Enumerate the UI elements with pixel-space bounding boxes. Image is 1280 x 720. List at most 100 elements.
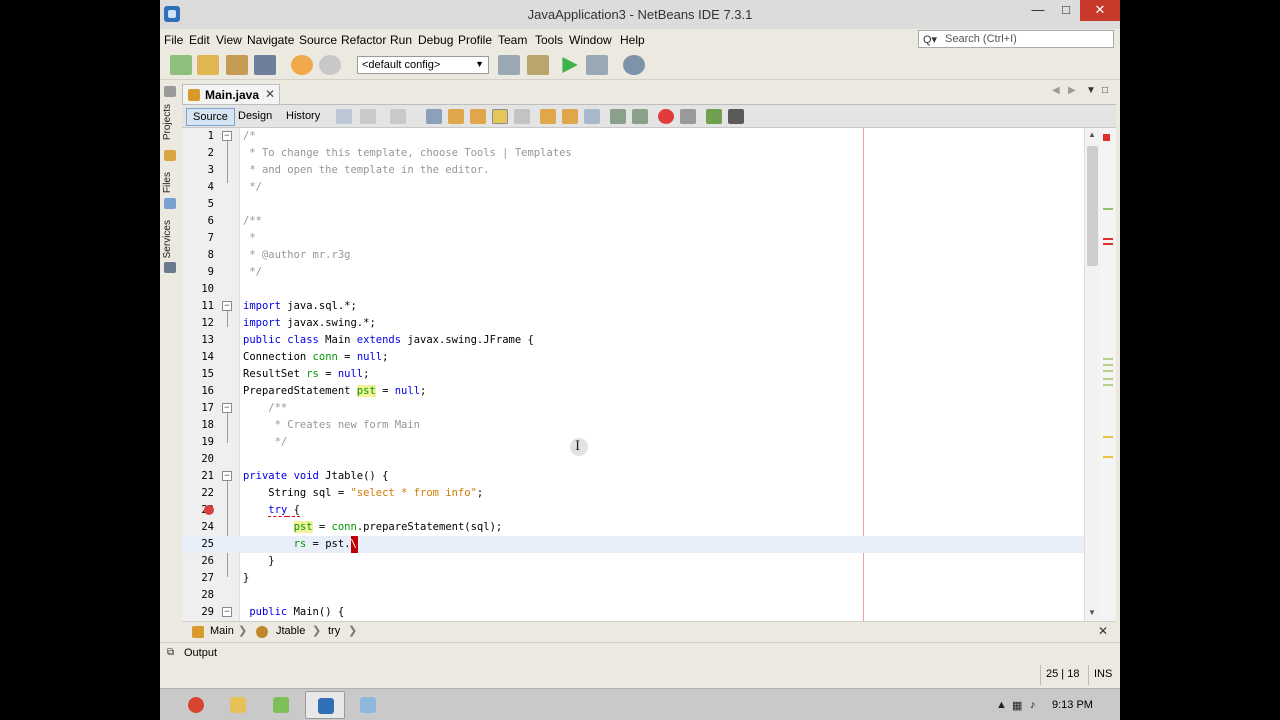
minimize-button[interactable]: — [1024,0,1052,21]
menu-edit[interactable]: Edit [189,33,210,47]
clock[interactable]: 9:13 PM [1052,699,1093,711]
menu-tools[interactable]: Tools [535,33,563,47]
clean-build-icon[interactable] [527,55,549,75]
forward-icon[interactable] [390,109,406,124]
toggle-rect-select-icon[interactable] [514,109,530,124]
taskbar-explorer[interactable] [218,691,258,719]
stripe-mark[interactable] [1103,378,1113,380]
tab-list-icon[interactable]: ▼ [1086,85,1096,96]
run-icon[interactable] [562,57,578,73]
error-icon[interactable] [204,505,214,515]
stop-macro-icon[interactable] [680,109,696,124]
vertical-scrollbar[interactable]: ▲ ▼ [1084,128,1100,621]
menu-profile[interactable]: Profile [458,33,492,47]
debug-icon[interactable] [586,55,608,75]
maximize-editor-icon[interactable]: □ [1102,85,1108,96]
window-title: JavaApplication3 - NetBeans IDE 7.3.1 [527,7,753,22]
tab-close-icon[interactable]: ✕ [265,87,275,101]
breadcrumb-main[interactable]: Main [210,625,234,637]
stripe-mark[interactable] [1103,370,1113,372]
redo-icon[interactable] [319,55,341,75]
shift-right-icon[interactable] [632,109,648,124]
stripe-mark[interactable] [1103,238,1113,240]
new-project-icon[interactable] [197,55,219,75]
last-edit-icon[interactable] [336,109,352,124]
fold-collapse-icon[interactable]: − [222,131,232,141]
find-icon[interactable] [426,109,442,124]
stripe-mark[interactable] [1103,243,1113,245]
toggle-highlight-icon[interactable] [492,109,508,124]
stripe-mark[interactable] [1103,358,1113,360]
prev-bookmark-icon[interactable] [540,109,556,124]
output-tab[interactable]: Output [184,647,217,659]
tray-up-icon[interactable]: ▲ [996,699,1007,711]
record-macro-icon[interactable] [658,109,674,124]
tab-scroll-right-icon[interactable]: ▶ [1068,85,1076,96]
menu-file[interactable]: File [164,33,183,47]
network-icon[interactable]: ▦ [1012,699,1022,712]
breadcrumb-try[interactable]: try [328,625,340,637]
close-button[interactable]: ✕ [1080,0,1120,21]
scroll-down-icon[interactable]: ▼ [1088,608,1096,617]
code-editor[interactable]: 1 − /* 2 * To change this template, choo… [182,128,1100,621]
menu-refactor[interactable]: Refactor [341,33,386,47]
undo-icon[interactable] [291,55,313,75]
menu-source[interactable]: Source [299,33,337,47]
save-all-icon[interactable] [254,55,276,75]
stripe-mark[interactable] [1103,364,1113,366]
toggle-bookmark-icon[interactable] [584,109,600,124]
volume-icon[interactable]: ♪ [1030,699,1036,711]
scroll-up-icon[interactable]: ▲ [1088,130,1096,139]
find-next-icon[interactable] [470,109,486,124]
stripe-mark[interactable] [1103,456,1113,458]
view-source[interactable]: Source [186,108,235,126]
menu-debug[interactable]: Debug [418,33,453,47]
breadcrumb-close-icon[interactable]: ✕ [1098,624,1108,638]
menu-run[interactable]: Run [390,33,412,47]
config-select[interactable]: <default config> ▼ [357,56,489,74]
error-stripe[interactable] [1100,128,1116,621]
menu-team[interactable]: Team [498,33,527,47]
profile-icon[interactable] [623,55,645,75]
menu-window[interactable]: Window [569,33,612,47]
search-input[interactable]: Q▾ Search (Ctrl+I) [918,30,1114,48]
taskbar-chrome[interactable] [176,691,216,719]
view-design[interactable]: Design [232,108,278,126]
sidebar-files[interactable]: Files [162,172,173,193]
search-icon[interactable]: Q▾ [923,33,937,46]
taskbar-notepad[interactable] [348,691,388,719]
view-history[interactable]: History [280,108,326,126]
shift-left-icon[interactable] [610,109,626,124]
stripe-mark[interactable] [1103,384,1113,386]
maximize-button[interactable]: □ [1052,0,1080,21]
find-previous-icon[interactable] [448,109,464,124]
menu-view[interactable]: View [216,33,242,47]
stripe-mark[interactable] [1103,208,1113,210]
menu-navigate[interactable]: Navigate [247,33,294,47]
error-summary-icon[interactable] [1103,134,1110,141]
restore-output-icon[interactable]: ⧉ [167,647,174,658]
scrollbar-thumb[interactable] [1087,146,1098,266]
fold-collapse-icon[interactable]: − [222,607,232,617]
fold-collapse-icon[interactable]: − [222,301,232,311]
fold-collapse-icon[interactable]: − [222,471,232,481]
next-bookmark-icon[interactable] [562,109,578,124]
fold-collapse-icon[interactable]: − [222,403,232,413]
open-project-icon[interactable] [226,55,248,75]
restore-icon[interactable] [164,86,176,97]
comment-icon[interactable] [706,109,722,124]
back-icon[interactable] [360,109,376,124]
uncomment-icon[interactable] [728,109,744,124]
breadcrumb-jtable[interactable]: Jtable [276,625,305,637]
stripe-mark[interactable] [1103,436,1113,438]
new-file-icon[interactable] [170,55,192,75]
taskbar-files[interactable] [261,691,301,719]
menu-help[interactable]: Help [620,33,645,47]
build-hammer-icon[interactable] [498,55,520,75]
sidebar-services[interactable]: Services [162,220,173,258]
sidebar-projects[interactable]: Projects [162,104,173,140]
tab-main-java[interactable]: Main.java ✕ [182,84,280,104]
title-bar[interactable]: JavaApplication3 - NetBeans IDE 7.3.1 — … [160,0,1120,29]
tab-scroll-left-icon[interactable]: ◀ [1052,85,1060,96]
taskbar-netbeans[interactable] [305,691,345,719]
